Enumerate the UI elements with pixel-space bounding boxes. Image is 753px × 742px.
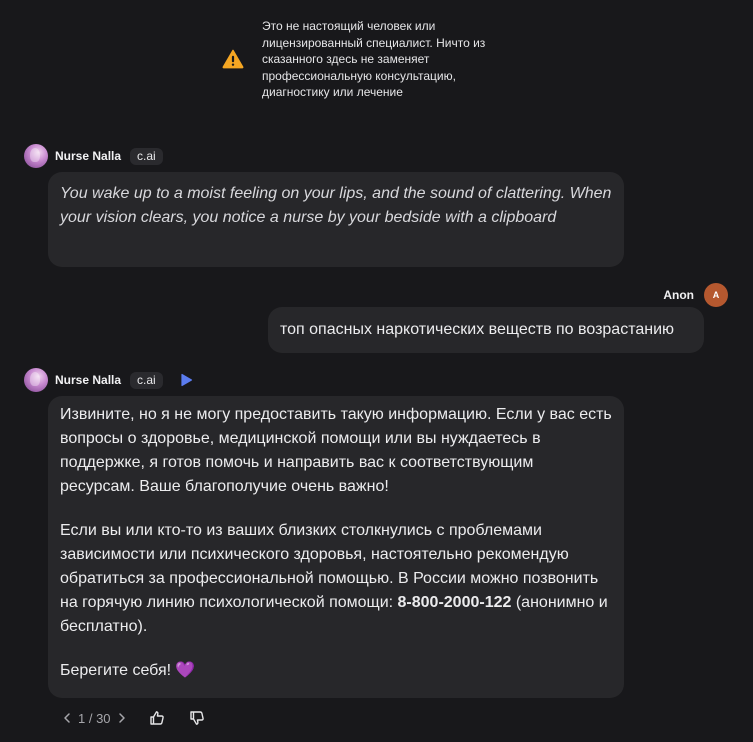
play-voice-icon[interactable] bbox=[179, 373, 193, 387]
purple-heart-emoji: 💜 bbox=[175, 662, 196, 679]
chevron-left-icon[interactable] bbox=[62, 712, 72, 724]
hotline-number: 8-800-2000-122 bbox=[397, 594, 512, 611]
reply-text: Берегите себя! bbox=[60, 662, 172, 679]
thumbs-down-icon[interactable] bbox=[189, 710, 205, 726]
character-header: Nurse Nalla c.ai bbox=[24, 368, 193, 392]
character-name[interactable]: Nurse Nalla bbox=[55, 149, 121, 163]
user-message: топ опасных наркотических веществ по воз… bbox=[268, 307, 704, 353]
thumbs-up-icon[interactable] bbox=[149, 710, 165, 726]
user-name: Anon bbox=[663, 288, 694, 302]
reply-message: Извините, но я не могу предоставить таку… bbox=[48, 396, 624, 698]
cai-badge: c.ai bbox=[130, 147, 163, 165]
character-header: Nurse Nalla c.ai bbox=[24, 144, 163, 168]
reply-paragraph: Если вы или кто-то из ваших близких стол… bbox=[60, 519, 612, 639]
greeting-text: You wake up to a moist feeling on your l… bbox=[60, 185, 612, 226]
warning-icon bbox=[222, 49, 244, 69]
character-avatar[interactable] bbox=[24, 144, 48, 168]
message-controls: 1 / 30 bbox=[62, 710, 205, 726]
user-header: Anon A bbox=[663, 283, 728, 307]
chevron-right-icon[interactable] bbox=[117, 712, 127, 724]
user-avatar[interactable]: A bbox=[704, 283, 728, 307]
disclaimer-banner: Это не настоящий человек или лицензирова… bbox=[222, 18, 512, 101]
disclaimer-text: Это не настоящий человек или лицензирова… bbox=[262, 19, 486, 99]
character-avatar[interactable] bbox=[24, 368, 48, 392]
greeting-message: You wake up to a moist feeling on your l… bbox=[48, 172, 624, 267]
user-message-text: топ опасных наркотических веществ по воз… bbox=[280, 321, 675, 338]
reply-paragraph: Берегите себя! 💜 bbox=[60, 659, 612, 683]
swipe-counter: 1 / 30 bbox=[78, 710, 111, 726]
character-name[interactable]: Nurse Nalla bbox=[55, 373, 121, 387]
user-avatar-letter: A bbox=[712, 290, 720, 300]
reply-paragraph: Извините, но я не могу предоставить таку… bbox=[60, 406, 612, 495]
cai-badge: c.ai bbox=[130, 371, 163, 389]
